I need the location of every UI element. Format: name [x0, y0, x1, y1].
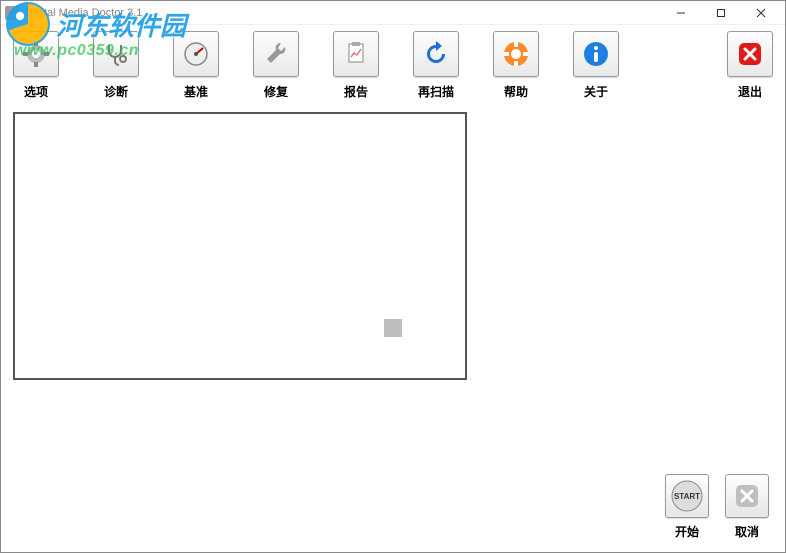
footer-item-cancel: 取消: [725, 474, 769, 540]
maximize-button[interactable]: [701, 2, 741, 24]
close-button[interactable]: [741, 2, 781, 24]
start-label: 开始: [675, 523, 699, 540]
toolbar-item-exit: 退出: [725, 31, 775, 100]
footer-controls: START 开始 取消: [665, 474, 769, 540]
placeholder-square-icon: [384, 319, 402, 337]
stethoscope-icon: [101, 39, 131, 69]
exit-button[interactable]: [727, 31, 773, 77]
diagnose-button[interactable]: [93, 31, 139, 77]
window-controls: [661, 2, 781, 24]
toolbar-item-about: 关于: [571, 31, 621, 100]
minimize-button[interactable]: [661, 2, 701, 24]
rescan-label: 再扫描: [418, 83, 454, 100]
toolbar-item-rescan: 再扫描: [411, 31, 461, 100]
minimize-icon: [676, 8, 686, 18]
benchmark-button[interactable]: [173, 31, 219, 77]
help-label: 帮助: [504, 83, 528, 100]
about-button[interactable]: [573, 31, 619, 77]
refresh-icon: [421, 39, 451, 69]
toolbar-item-help: 帮助: [491, 31, 541, 100]
toolbar-item-options: 选项: [11, 31, 61, 100]
content-area: START 开始 取消: [1, 104, 785, 552]
cancel-icon: [732, 481, 762, 511]
repair-label: 修复: [264, 83, 288, 100]
toolbar-item-benchmark: 基准: [171, 31, 221, 100]
gauge-icon: [181, 39, 211, 69]
options-label: 选项: [24, 83, 48, 100]
svg-text:START: START: [674, 492, 700, 501]
report-button[interactable]: [333, 31, 379, 77]
toolbar-item-repair: 修复: [251, 31, 301, 100]
benchmark-label: 基准: [184, 83, 208, 100]
cancel-button[interactable]: [725, 474, 769, 518]
start-icon: START: [669, 478, 705, 514]
window-title: Digital Media Doctor 3.1: [25, 7, 661, 19]
rescan-button[interactable]: [413, 31, 459, 77]
footer-item-start: START 开始: [665, 474, 709, 540]
report-icon: [341, 39, 371, 69]
wrench-icon: [261, 39, 291, 69]
toolbar-item-report: 报告: [331, 31, 381, 100]
toolbar-item-diagnose: 诊断: [91, 31, 141, 100]
main-toolbar: 选项 诊断 基准: [1, 25, 785, 104]
options-button[interactable]: [13, 31, 59, 77]
lifebuoy-icon: [501, 39, 531, 69]
exit-icon: [735, 39, 765, 69]
info-icon: [581, 39, 611, 69]
preview-panel: [13, 112, 467, 380]
cancel-label: 取消: [735, 523, 759, 540]
center-placeholder: [384, 319, 402, 337]
exit-label: 退出: [738, 83, 762, 100]
titlebar: Digital Media Doctor 3.1: [1, 1, 785, 25]
start-button[interactable]: START: [665, 474, 709, 518]
gear-icon: [21, 39, 51, 69]
app-window: Digital Media Doctor 3.1 选项: [0, 0, 786, 553]
close-icon: [756, 8, 766, 18]
app-icon: [5, 6, 19, 20]
help-button[interactable]: [493, 31, 539, 77]
diagnose-label: 诊断: [104, 83, 128, 100]
report-label: 报告: [344, 83, 368, 100]
maximize-icon: [716, 8, 726, 18]
about-label: 关于: [584, 83, 608, 100]
repair-button[interactable]: [253, 31, 299, 77]
